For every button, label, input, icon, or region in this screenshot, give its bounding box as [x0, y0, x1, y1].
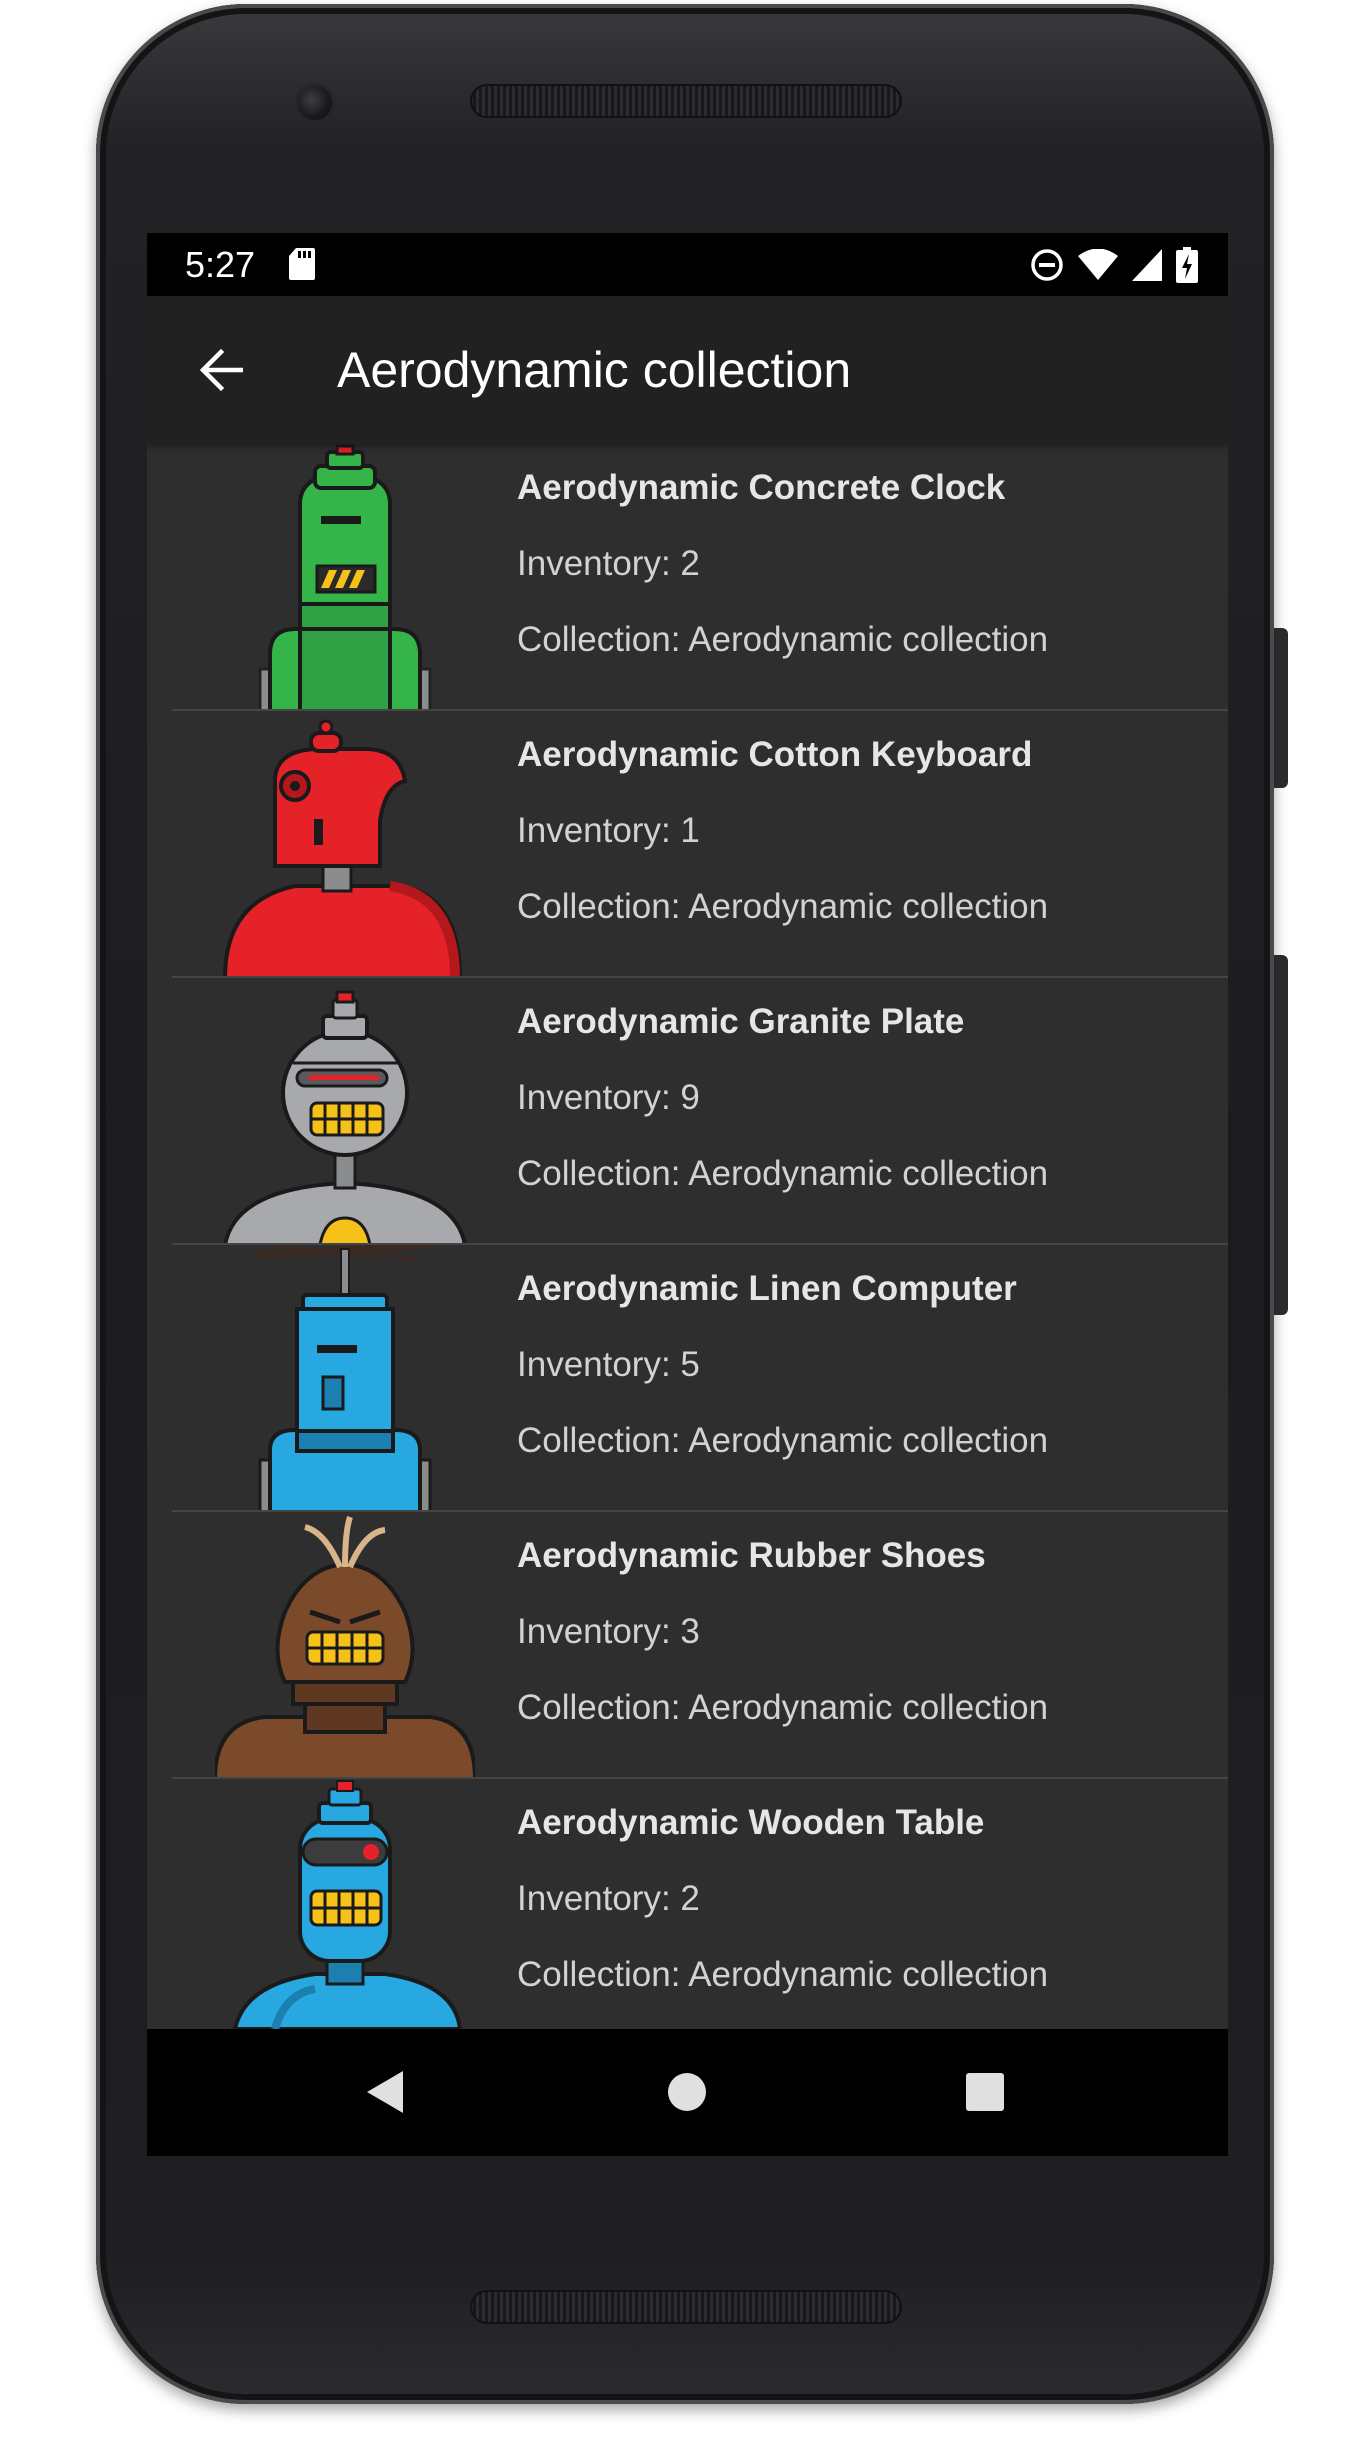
product-name: Aerodynamic Wooden Table [517, 1803, 985, 1842]
status-time: 5:27 [185, 244, 256, 285]
nav-back-icon [367, 2071, 403, 2113]
bottom-speaker [470, 2290, 902, 2324]
list-item[interactable]: Aerodynamic Concrete Clock Inventory: 2 … [147, 444, 1228, 711]
product-list[interactable]: Aerodynamic Concrete Clock Inventory: 2 … [147, 444, 1228, 2029]
product-image [215, 978, 475, 1245]
cell-signal-icon [1132, 249, 1162, 286]
product-collection: Collection: Aerodynamic collection [517, 620, 1049, 659]
product-inventory: Inventory: 5 [517, 1345, 700, 1384]
navigation-bar [147, 2029, 1228, 2156]
arrow-back-icon [199, 348, 243, 392]
product-name: Aerodynamic Rubber Shoes [517, 1536, 986, 1575]
product-collection: Collection: Aerodynamic collection [517, 1154, 1049, 1193]
product-collection: Collection: Aerodynamic collection [517, 887, 1049, 926]
sd-card-icon [289, 248, 315, 285]
product-inventory: Inventory: 3 [517, 1612, 700, 1651]
list-item[interactable]: Aerodynamic Wooden Table Inventory: 2 Co… [147, 1779, 1228, 2029]
nav-back-button[interactable] [355, 2062, 415, 2122]
status-bar: 5:27 [147, 233, 1228, 296]
front-camera [298, 86, 332, 120]
list-item[interactable]: Aerodynamic Cotton Keyboard Inventory: 1… [147, 711, 1228, 978]
nav-home-button[interactable] [657, 2062, 717, 2122]
product-inventory: Inventory: 9 [517, 1078, 700, 1117]
product-collection: Collection: Aerodynamic collection [517, 1421, 1049, 1460]
earpiece-speaker [470, 84, 902, 118]
nav-recents-icon [966, 2073, 1004, 2111]
list-item[interactable]: Aerodynamic Granite Plate Inventory: 9 C… [147, 978, 1228, 1245]
do-not-disturb-icon [1030, 248, 1064, 287]
page-title: Aerodynamic collection [337, 342, 852, 398]
product-inventory: Inventory: 2 [517, 1879, 700, 1918]
wifi-icon [1078, 248, 1118, 286]
product-inventory: Inventory: 2 [517, 544, 700, 583]
product-image [215, 444, 475, 711]
product-name: Aerodynamic Concrete Clock [517, 468, 1006, 507]
list-item[interactable]: Aerodynamic Rubber Shoes Inventory: 3 Co… [147, 1512, 1228, 1779]
product-collection: Collection: Aerodynamic collection [517, 1955, 1049, 1994]
power-button [1274, 628, 1288, 788]
screen: 5:27 Aerodynamic collection Aerodynamic … [147, 233, 1228, 2156]
product-image [215, 1779, 475, 2029]
nav-recents-button[interactable] [955, 2062, 1015, 2122]
product-image [215, 711, 475, 978]
list-item[interactable]: Aerodynamic Linen Computer Inventory: 5 … [147, 1245, 1228, 1512]
nav-home-icon [668, 2073, 706, 2111]
app-bar: Aerodynamic collection [147, 296, 1228, 444]
product-image [215, 1245, 475, 1512]
product-inventory: Inventory: 1 [517, 811, 700, 850]
product-image [215, 1512, 475, 1779]
product-collection: Collection: Aerodynamic collection [517, 1688, 1049, 1727]
volume-button [1274, 955, 1288, 1315]
battery-charging-icon [1176, 247, 1198, 288]
product-name: Aerodynamic Granite Plate [517, 1002, 965, 1041]
back-button[interactable] [191, 340, 251, 400]
product-name: Aerodynamic Cotton Keyboard [517, 735, 1033, 774]
product-name: Aerodynamic Linen Computer [517, 1269, 1017, 1308]
